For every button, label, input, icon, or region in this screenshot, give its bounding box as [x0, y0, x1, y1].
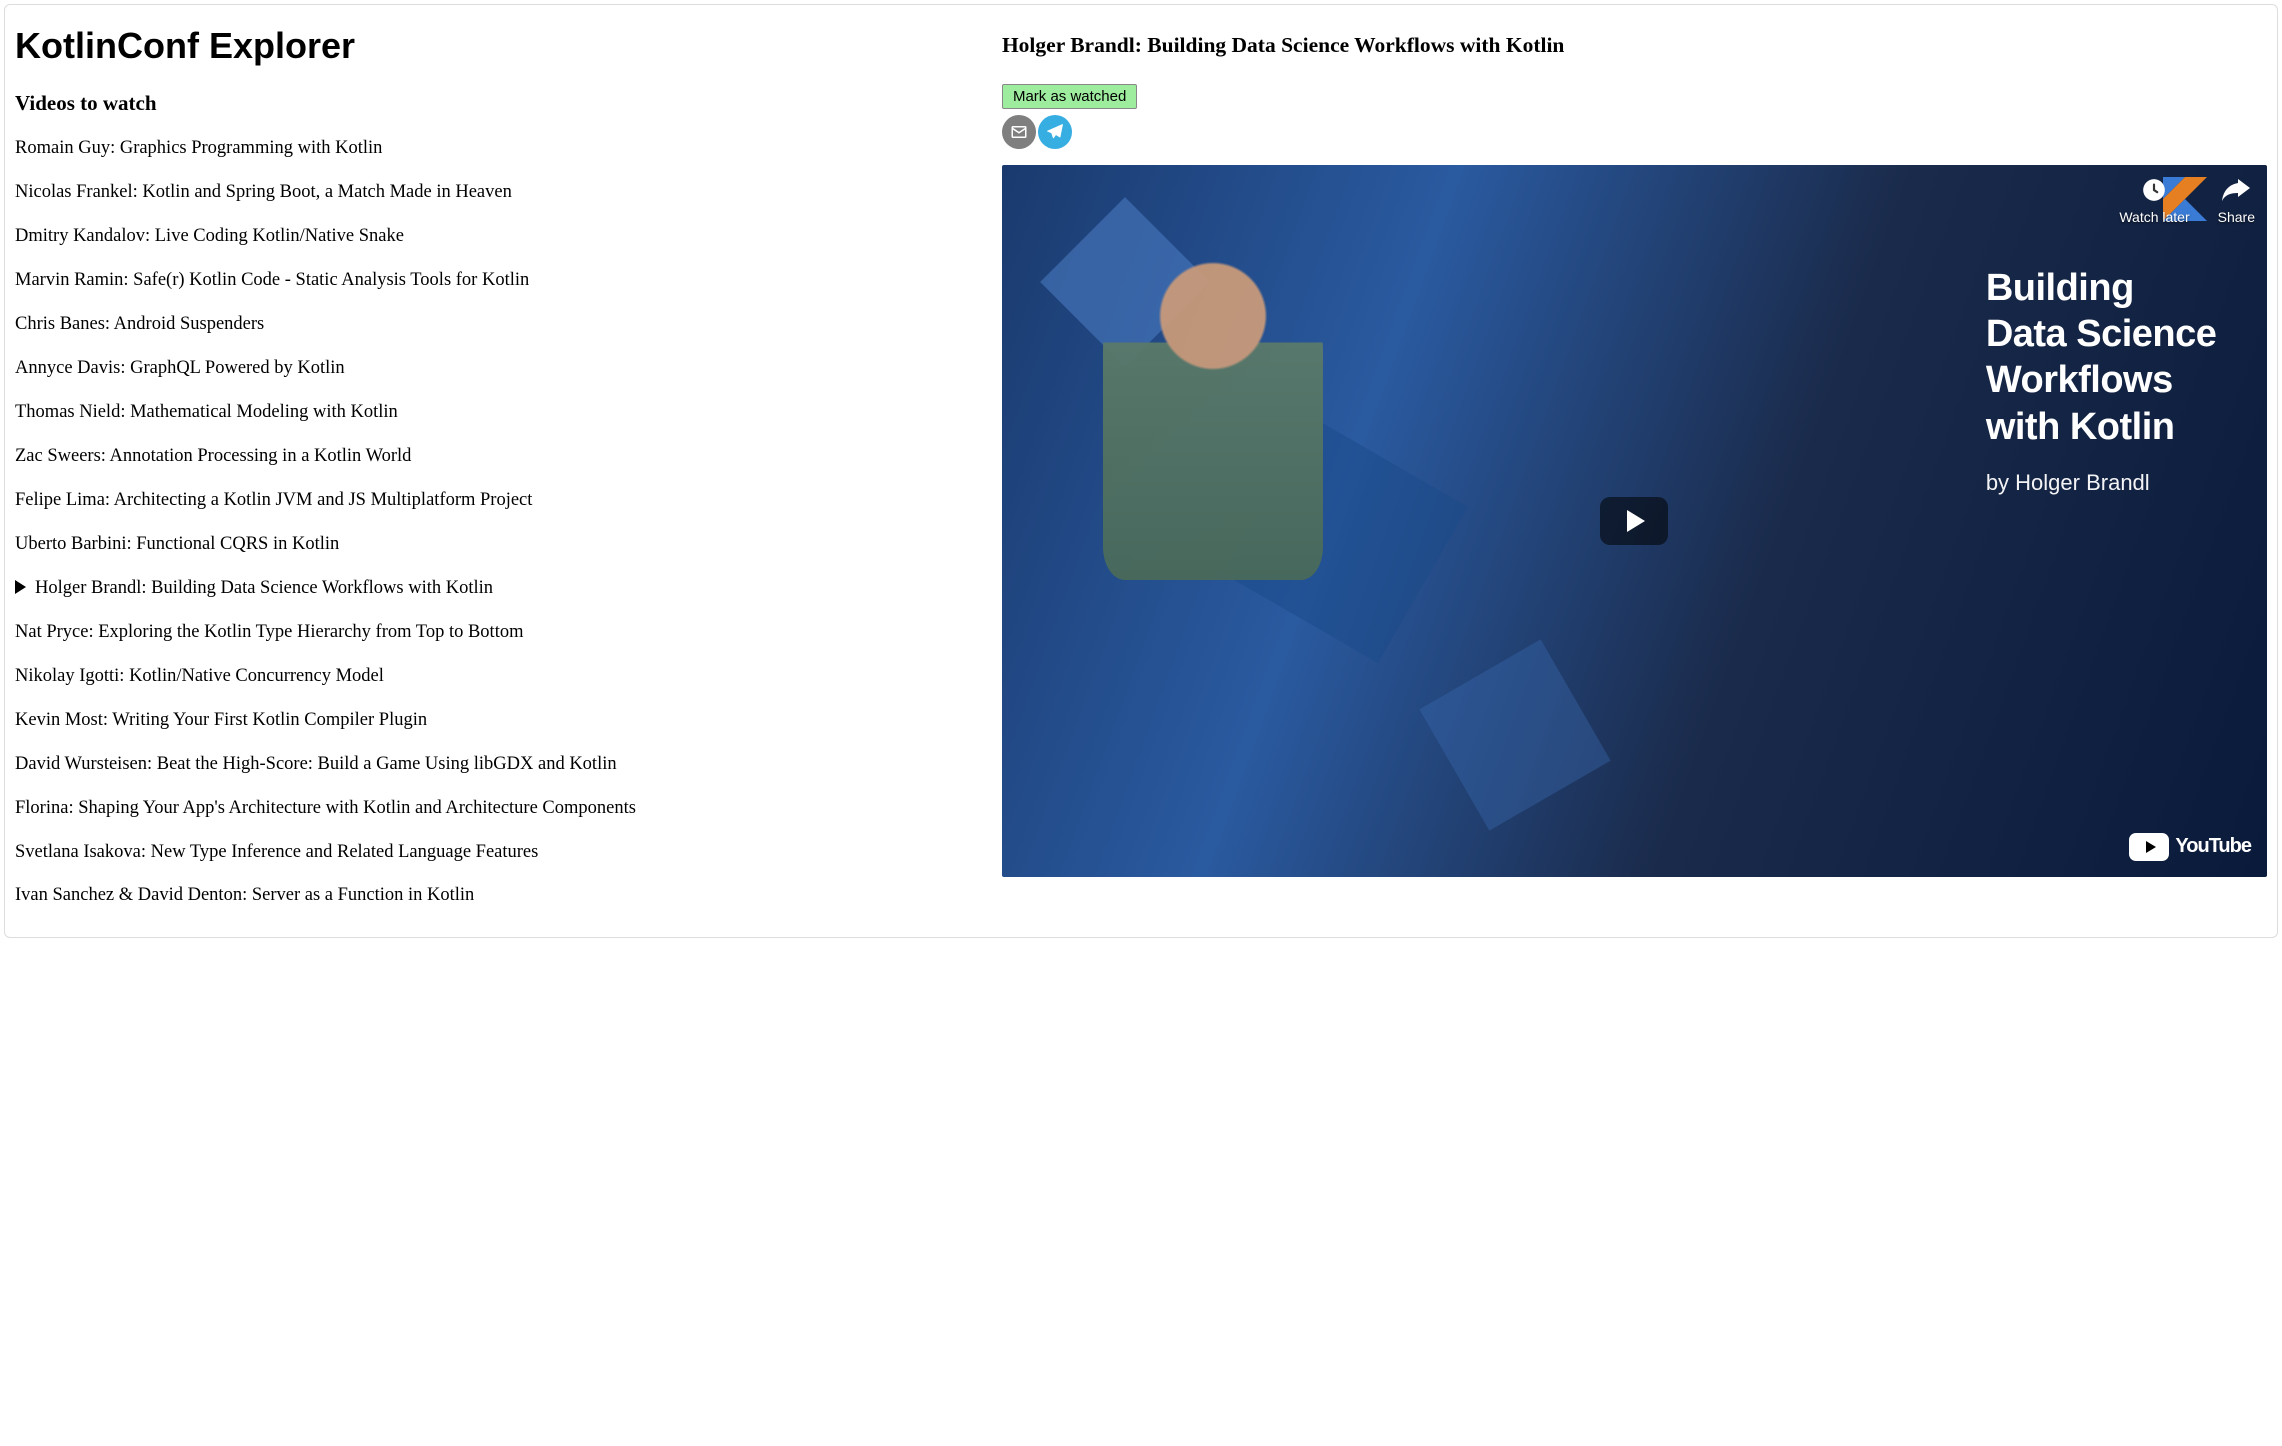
video-list-item[interactable]: Dmitry Kandalov: Live Coding Kotlin/Nati… [15, 224, 982, 249]
video-list-item[interactable]: Florina: Shaping Your App's Architecture… [15, 796, 982, 821]
video-item-title: Svetlana Isakova: New Type Inference and… [15, 842, 538, 862]
share-arrow-icon [2222, 179, 2250, 201]
video-list-item[interactable]: David Wursteisen: Beat the High-Score: B… [15, 752, 982, 777]
video-list-item[interactable]: Uberto Barbini: Functional CQRS in Kotli… [15, 532, 982, 557]
speaker-figure [1103, 250, 1323, 580]
play-icon [1627, 510, 1645, 532]
youtube-label: YouTube [2175, 835, 2251, 858]
video-item-title: Thomas Nield: Mathematical Modeling with… [15, 402, 398, 422]
video-item-title: Chris Banes: Android Suspenders [15, 314, 264, 334]
video-list: Romain Guy: Graphics Programming with Ko… [15, 136, 982, 908]
video-list-item[interactable]: Annyce Davis: GraphQL Powered by Kotlin [15, 356, 982, 381]
video-item-title: Nikolay Igotti: Kotlin/Native Concurrenc… [15, 666, 384, 686]
video-list-item[interactable]: Svetlana Isakova: New Type Inference and… [15, 840, 982, 865]
decoration [1419, 640, 1610, 831]
watch-later-button[interactable]: Watch later [2119, 175, 2189, 225]
app-title: KotlinConf Explorer [15, 25, 982, 67]
video-list-item[interactable]: Nicolas Frankel: Kotlin and Spring Boot,… [15, 180, 982, 205]
email-icon [1010, 123, 1028, 141]
left-panel: KotlinConf Explorer Videos to watch Roma… [5, 5, 982, 937]
video-list-item[interactable]: Ivan Sanchez & David Denton: Server as a… [15, 883, 982, 908]
video-list-item[interactable]: Nat Pryce: Exploring the Kotlin Type Hie… [15, 620, 982, 645]
right-panel: Holger Brandl: Building Data Science Wor… [982, 5, 2277, 937]
video-list-item[interactable]: Chris Banes: Android Suspenders [15, 312, 982, 337]
clock-icon [2141, 177, 2167, 203]
video-item-title: Nat Pryce: Exploring the Kotlin Type Hie… [15, 622, 523, 642]
video-item-title: Romain Guy: Graphics Programming with Ko… [15, 138, 382, 158]
share-button[interactable]: Share [2218, 175, 2255, 225]
thumb-byline: by Holger Brandl [1986, 470, 2217, 496]
video-item-title: Marvin Ramin: Safe(r) Kotlin Code - Stat… [15, 270, 529, 290]
video-item-title: Felipe Lima: Architecting a Kotlin JVM a… [15, 490, 532, 510]
video-list-item[interactable]: Zac Sweers: Annotation Processing in a K… [15, 444, 982, 469]
video-item-title: Nicolas Frankel: Kotlin and Spring Boot,… [15, 182, 512, 202]
video-list-item[interactable]: Romain Guy: Graphics Programming with Ko… [15, 136, 982, 161]
thumb-title-line: Workflows [1986, 357, 2217, 403]
thumb-title-line: Data Science [1986, 311, 2217, 357]
thumb-title-line: with Kotlin [1986, 404, 2217, 450]
now-playing-icon [15, 580, 26, 594]
video-item-title: Uberto Barbini: Functional CQRS in Kotli… [15, 534, 339, 554]
play-button[interactable] [1600, 497, 1668, 545]
video-list-item[interactable]: Thomas Nield: Mathematical Modeling with… [15, 400, 982, 425]
youtube-logo[interactable]: YouTube [2129, 833, 2251, 861]
watch-later-label: Watch later [2119, 209, 2189, 225]
videos-heading: Videos to watch [15, 91, 982, 116]
share-label: Share [2218, 209, 2255, 225]
video-list-item[interactable]: Holger Brandl: Building Data Science Wor… [15, 576, 982, 601]
share-email-button[interactable] [1002, 115, 1036, 149]
video-item-title: Dmitry Kandalov: Live Coding Kotlin/Nati… [15, 226, 404, 246]
video-list-item[interactable]: Nikolay Igotti: Kotlin/Native Concurrenc… [15, 664, 982, 689]
video-item-title: Kevin Most: Writing Your First Kotlin Co… [15, 710, 427, 730]
share-row [1002, 115, 2267, 149]
app-frame: KotlinConf Explorer Videos to watch Roma… [4, 4, 2278, 938]
youtube-icon [2129, 833, 2169, 861]
thumbnail-text: Building Data Science Workflows with Kot… [1986, 265, 2217, 496]
video-item-title: Holger Brandl: Building Data Science Wor… [35, 578, 493, 598]
video-item-title: Ivan Sanchez & David Denton: Server as a… [15, 885, 474, 905]
mark-watched-button[interactable]: Mark as watched [1002, 84, 1137, 109]
telegram-icon [1045, 122, 1065, 142]
share-telegram-button[interactable] [1038, 115, 1072, 149]
youtube-top-controls: Watch later Share [2119, 175, 2255, 225]
video-item-title: Florina: Shaping Your App's Architecture… [15, 798, 636, 818]
thumb-title-line: Building [1986, 265, 2217, 311]
video-player[interactable]: Building Data Science Workflows with Kot… [1002, 165, 2267, 877]
video-item-title: David Wursteisen: Beat the High-Score: B… [15, 754, 617, 774]
video-list-item[interactable]: Felipe Lima: Architecting a Kotlin JVM a… [15, 488, 982, 513]
video-list-item[interactable]: Marvin Ramin: Safe(r) Kotlin Code - Stat… [15, 268, 982, 293]
detail-title: Holger Brandl: Building Data Science Wor… [1002, 33, 2267, 58]
video-item-title: Zac Sweers: Annotation Processing in a K… [15, 446, 411, 466]
video-list-item[interactable]: Kevin Most: Writing Your First Kotlin Co… [15, 708, 982, 733]
video-item-title: Annyce Davis: GraphQL Powered by Kotlin [15, 358, 345, 378]
